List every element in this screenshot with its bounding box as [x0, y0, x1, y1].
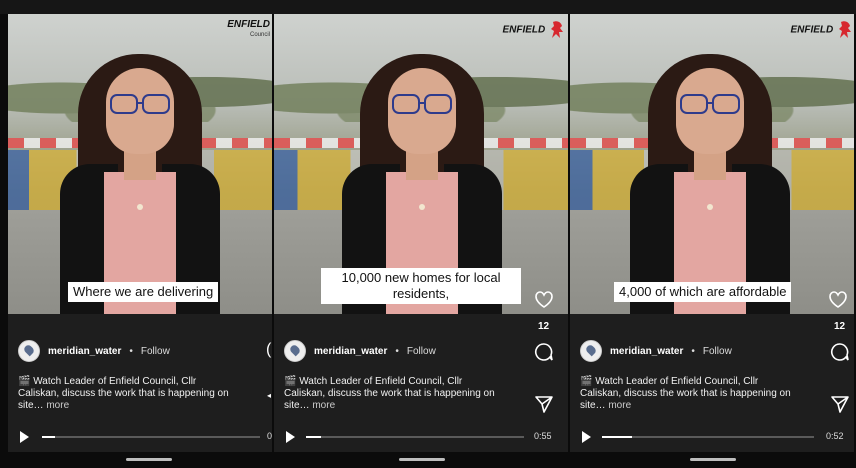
send-icon[interactable] [534, 394, 554, 414]
comment-icon[interactable] [830, 342, 850, 362]
description[interactable]: 🎬 Watch Leader of Enfield Council, Cllr … [284, 376, 524, 412]
comment-icon[interactable] [534, 342, 554, 362]
progress-track[interactable] [306, 436, 524, 438]
avatar[interactable] [284, 340, 306, 362]
send-icon[interactable] [830, 394, 850, 414]
play-icon[interactable] [582, 431, 591, 443]
play-icon[interactable] [20, 431, 29, 443]
progress-fill [42, 436, 56, 438]
lion-logo-icon [839, 21, 851, 38]
play-icon[interactable] [286, 431, 295, 443]
progress-fill [602, 436, 632, 438]
follow-button[interactable]: Follow [703, 346, 732, 357]
enfield-logo: ENFIELD [502, 20, 564, 40]
follow-button[interactable]: Follow [407, 346, 436, 357]
top-strip [0, 0, 856, 14]
reel-panel-3[interactable]: ENFIELD 4,000 of which are affordable 12… [570, 14, 854, 452]
separator: • [691, 345, 695, 357]
speaker [60, 54, 220, 314]
heart-icon[interactable] [828, 291, 848, 309]
video-frame[interactable]: ENFIELD 10,000 new homes for local resid… [274, 14, 568, 314]
profile-row[interactable]: meridian_water • Follow [18, 340, 170, 362]
like-count: 12 [538, 321, 550, 332]
video-frame[interactable]: ENFIELD Council Where we are delivering [8, 14, 272, 314]
follow-button[interactable]: Follow [141, 346, 170, 357]
more-link[interactable]: more [608, 400, 631, 411]
caption: 10,000 new homes for local residents, [321, 268, 521, 304]
send-icon[interactable]: ◂ [267, 391, 271, 400]
username[interactable]: meridian_water [314, 346, 387, 357]
reel-panel-2[interactable]: ENFIELD 10,000 new homes for local resid… [274, 14, 568, 452]
enfield-logo: ENFIELD [790, 20, 852, 40]
home-indicator[interactable] [126, 458, 172, 461]
more-link[interactable]: more [312, 400, 335, 411]
description[interactable]: 🎬 Watch Leader of Enfield Council, Cllr … [18, 376, 258, 412]
enfield-logo: ENFIELD Council [227, 19, 270, 39]
comment-icon[interactable]: ( [266, 341, 271, 359]
progress-track[interactable] [42, 436, 260, 438]
time-remaining: 0 [267, 431, 272, 441]
caption: Where we are delivering [68, 282, 219, 302]
heart-icon[interactable] [534, 291, 554, 309]
video-frame[interactable]: ENFIELD 4,000 of which are affordable [570, 14, 854, 314]
username[interactable]: meridian_water [610, 346, 683, 357]
description[interactable]: 🎬 Watch Leader of Enfield Council, Cllr … [580, 376, 820, 412]
username[interactable]: meridian_water [48, 346, 121, 357]
avatar[interactable] [580, 340, 602, 362]
caption: 4,000 of which are affordable [614, 282, 792, 302]
profile-row[interactable]: meridian_water • Follow [580, 340, 732, 362]
reel-panel-1[interactable]: ENFIELD Council Where we are delivering … [8, 14, 272, 452]
more-link[interactable]: more [46, 400, 69, 411]
time-remaining: 0:55 [534, 431, 552, 441]
time-remaining: 0:52 [826, 431, 844, 441]
home-indicator[interactable] [399, 458, 445, 461]
lion-logo-icon [551, 21, 563, 38]
separator: • [129, 345, 133, 357]
avatar[interactable] [18, 340, 40, 362]
like-count: 12 [834, 321, 846, 332]
home-indicator[interactable] [690, 458, 736, 461]
progress-track[interactable] [602, 436, 814, 438]
speaker [630, 54, 790, 314]
progress-fill [306, 436, 322, 438]
separator: • [395, 345, 399, 357]
profile-row[interactable]: meridian_water • Follow [284, 340, 436, 362]
